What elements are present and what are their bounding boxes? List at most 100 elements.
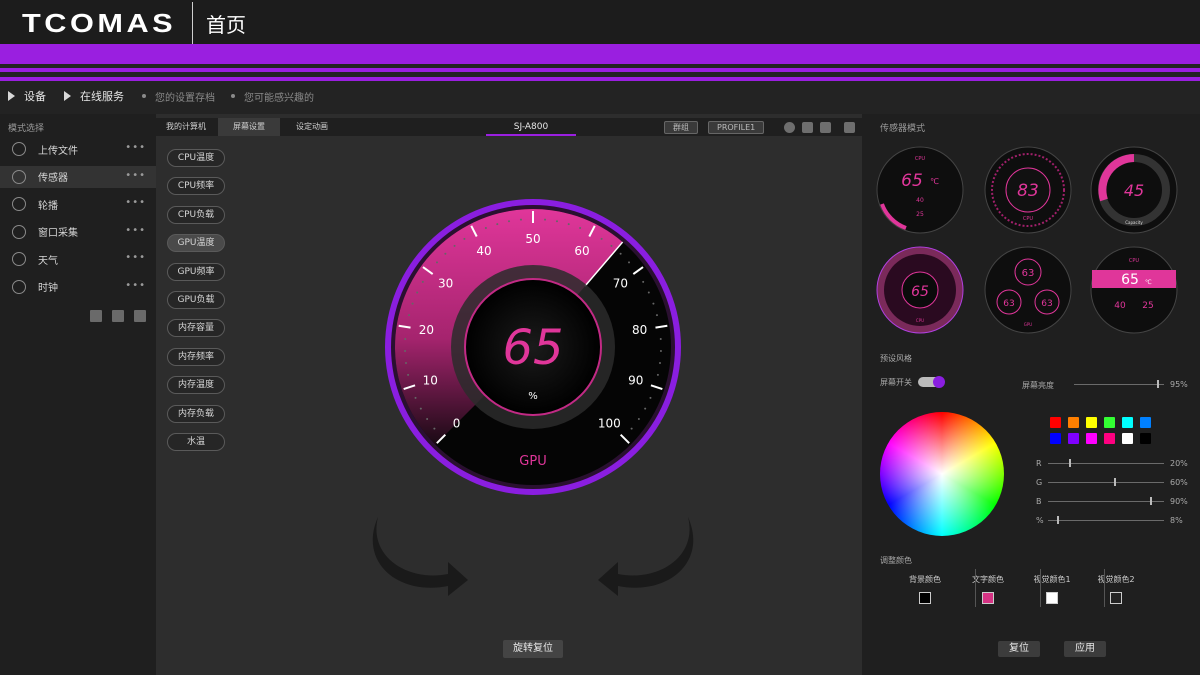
tab-bar: 我的计算机 屏幕设置 设定动画 SJ-A800 群组 PROFILE1 [156, 118, 862, 136]
theme-thumb-1[interactable]: CPU 65 ℃ 40 25 [876, 146, 964, 234]
sensor-button[interactable]: GPU频率 [167, 262, 225, 281]
gauge-minor-tick [637, 417, 640, 420]
nav-device-label: 设备 [24, 90, 46, 103]
nav-online-service[interactable]: 在线服务 [64, 88, 124, 104]
trash-icon[interactable] [844, 122, 855, 133]
reset-button[interactable]: 复位 [998, 641, 1040, 657]
gauge-tick-label: 100 [598, 416, 621, 430]
gauge-dial: 0 10 20 30 40 50 60 70 80 90 100 65 % GPU [385, 199, 681, 495]
more-icon[interactable]: ••• [125, 280, 146, 290]
slider-thumb[interactable] [1057, 516, 1059, 524]
slider-thumb[interactable] [1157, 380, 1159, 388]
thumb-unit: ℃ [930, 177, 939, 186]
more-icon[interactable]: ••• [125, 225, 146, 235]
color-swatch[interactable] [1104, 417, 1115, 428]
thumb-value-small: 63 [1003, 299, 1014, 309]
slider-thumb[interactable] [1069, 459, 1071, 467]
color-swatch[interactable] [1068, 433, 1079, 444]
color-picker-box[interactable] [1046, 592, 1058, 604]
color-swatch[interactable] [1122, 417, 1133, 428]
folder-icon[interactable] [90, 310, 102, 322]
save-icon[interactable] [802, 122, 813, 133]
color-swatch[interactable] [1140, 417, 1151, 428]
theme-thumb-5[interactable]: 63 63 63 GPU [984, 246, 1072, 334]
sensor-button[interactable]: 水温 [167, 433, 225, 451]
color-swatch[interactable] [1140, 433, 1151, 444]
more-icon[interactable]: ••• [125, 170, 146, 180]
mode-item[interactable]: 上传文件 ••• [0, 138, 156, 160]
thumb-value: 65 [901, 171, 923, 191]
rgb-slider[interactable] [1048, 497, 1164, 505]
screen-switch-toggle[interactable] [918, 376, 945, 388]
window-capture-icon [12, 224, 26, 239]
tab-screen-settings[interactable]: 屏幕设置 [218, 118, 280, 136]
nav-interest[interactable]: 您可能感兴趣的 [231, 89, 314, 104]
rgb-slider[interactable] [1048, 478, 1164, 486]
gauge-label: GPU [519, 454, 546, 469]
gauge-minor-tick [659, 337, 662, 340]
sensor-icon [12, 169, 26, 184]
sensor-button[interactable]: CPU负载 [167, 205, 225, 224]
edit-icon[interactable] [820, 122, 831, 133]
color-option-label: 视觉颜色2 [1097, 575, 1135, 584]
mode-item-label: 上传文件 [38, 145, 78, 157]
color-picker-box[interactable] [1110, 592, 1122, 604]
theme-thumb-6[interactable]: CPU 65 ℃ 40 25 [1090, 246, 1178, 334]
rgb-slider[interactable] [1048, 459, 1164, 467]
color-swatch[interactable] [1104, 433, 1115, 444]
color-swatch[interactable] [1050, 433, 1061, 444]
group-button[interactable]: 群组 [664, 121, 698, 134]
mode-item[interactable]: 轮播 ••• [0, 193, 156, 215]
theme-thumb-2[interactable]: 83 CPU [984, 146, 1072, 234]
device-underline [486, 134, 576, 136]
sensor-button[interactable]: GPU温度 [167, 234, 225, 253]
save-icon[interactable] [112, 310, 124, 322]
gauge-minor-tick [444, 252, 447, 255]
mode-item[interactable]: 天气 ••• [0, 248, 156, 270]
slider-thumb[interactable] [1150, 497, 1152, 505]
sensor-button[interactable]: CPU频率 [167, 177, 225, 196]
color-wheel[interactable] [880, 412, 1004, 536]
thumb-value: 63 [1022, 268, 1035, 279]
more-icon[interactable]: ••• [125, 143, 146, 153]
more-icon[interactable]: ••• [125, 198, 146, 208]
nav-device[interactable]: 设备 [8, 88, 46, 104]
slider-thumb[interactable] [1114, 478, 1116, 486]
color-swatch[interactable] [1086, 417, 1097, 428]
profile-button[interactable]: PROFILE1 [708, 121, 765, 134]
color-swatch[interactable] [1050, 417, 1061, 428]
weather-icon [12, 252, 26, 266]
rgb-slider[interactable] [1048, 516, 1164, 524]
theme-thumb-4[interactable]: 65 CPU [876, 246, 964, 334]
brightness-slider[interactable] [1074, 380, 1164, 388]
tab-animation[interactable]: 设定动画 [282, 118, 342, 136]
mode-item[interactable]: 窗口采集 ••• [0, 221, 156, 243]
mode-item[interactable]: 传感器 ••• [0, 165, 156, 188]
color-swatch[interactable] [1086, 433, 1097, 444]
clock-icon [12, 279, 26, 294]
color-picker-box[interactable] [919, 592, 931, 604]
sensor-button[interactable]: 内存容量 [167, 319, 225, 338]
sensor-button[interactable]: 内存频率 [167, 347, 225, 366]
more-icon[interactable]: ••• [125, 253, 146, 263]
sensor-button[interactable]: GPU负载 [167, 291, 225, 309]
gauge-tick-label: 30 [438, 277, 453, 291]
nav-saved-settings[interactable]: 您的设置存档 [142, 89, 215, 104]
color-swatch[interactable] [1068, 417, 1079, 428]
color-swatch[interactable] [1122, 433, 1133, 444]
rotate-reset-button[interactable]: 旋转复位 [503, 640, 563, 658]
tab-my-computer[interactable]: 我的计算机 [156, 118, 216, 136]
sensor-button[interactable]: 内存温度 [167, 376, 225, 395]
rotate-right-icon[interactable] [598, 517, 694, 596]
mode-item-label: 轮播 [38, 200, 58, 212]
apply-button[interactable]: 应用 [1064, 641, 1106, 657]
divider [975, 569, 976, 607]
color-picker-box[interactable] [982, 592, 994, 604]
sensor-button[interactable]: 内存负载 [167, 404, 225, 423]
trash-icon[interactable] [134, 310, 146, 322]
mode-item[interactable]: 时钟 ••• [0, 276, 156, 298]
add-icon[interactable] [784, 122, 795, 133]
rotate-left-icon[interactable] [372, 517, 468, 596]
sensor-button[interactable]: CPU温度 [167, 149, 225, 167]
theme-thumb-3[interactable]: 45 Capacity [1090, 146, 1178, 234]
